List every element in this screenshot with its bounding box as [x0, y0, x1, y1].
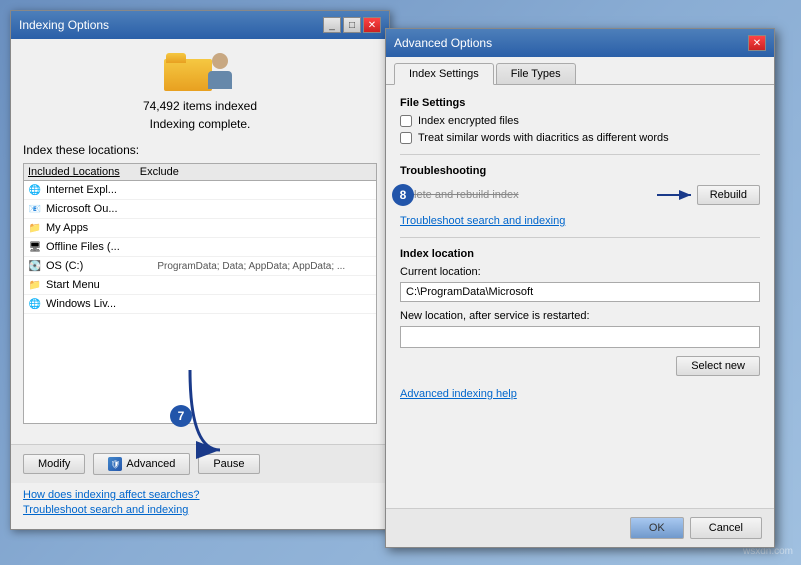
location-name-4: OS (C:) — [46, 260, 153, 272]
list-item: 📁 My Apps — [24, 219, 376, 238]
location-name-5: Start Menu — [46, 279, 372, 291]
minimize-button[interactable]: _ — [323, 17, 341, 33]
locations-box: Included Locations Exclude 🌐 Internet Ex… — [23, 163, 377, 424]
list-item: 📁 Start Menu — [24, 276, 376, 295]
dialog-body: File Settings Index encrypted files Trea… — [386, 85, 774, 508]
troubleshoot-label: Troubleshooting — [400, 165, 760, 177]
location-path-4: ProgramData; Data; AppData; AppData; ... — [157, 261, 372, 272]
divider2 — [400, 237, 760, 238]
current-location-field[interactable] — [400, 282, 760, 302]
location-icon-1: 📧 — [28, 202, 42, 216]
location-name-3: Offline Files (... — [46, 241, 372, 253]
new-loc-label: New location, after service is restarted… — [400, 310, 760, 322]
location-name-1: Microsoft Ou... — [46, 203, 372, 215]
location-icon-0: 🌐 — [28, 183, 42, 197]
location-name-2: My Apps — [46, 222, 372, 234]
titlebar-controls: _ □ ✕ — [323, 17, 381, 33]
close-button[interactable]: ✕ — [363, 17, 381, 33]
troubleshoot-link-bottom[interactable]: Troubleshoot search and indexing — [23, 504, 377, 516]
encrypted-files-row: Index encrypted files — [400, 115, 760, 127]
location-icon-6: 🌐 — [28, 297, 42, 311]
items-count: 74,492 items indexed — [23, 99, 377, 113]
troubleshoot-section: Troubleshooting 8 Delete and rebuild ind… — [400, 165, 760, 227]
rebuild-row: 8 Delete and rebuild index Rebuild — [400, 185, 760, 205]
person-body — [208, 71, 232, 89]
select-new-button[interactable]: Select new — [676, 356, 760, 376]
advanced-label: Advanced — [126, 458, 175, 470]
tab-bar: Index Settings File Types — [386, 57, 774, 85]
dialog-footer: OK Cancel — [386, 508, 774, 547]
indexing-content: 74,492 items indexed Indexing complete. … — [11, 39, 389, 444]
advanced-button[interactable]: 🛡 Advanced — [93, 453, 190, 475]
maximize-button[interactable]: □ — [343, 17, 361, 33]
window-buttons: Modify 🛡 Advanced Pause — [11, 444, 389, 483]
tab-index-settings[interactable]: Index Settings — [394, 63, 494, 85]
diacritics-row: Treat similar words with diacritics as d… — [400, 132, 760, 144]
location-icon-5: 📁 — [28, 278, 42, 292]
window-footer: How does indexing affect searches? Troub… — [11, 483, 389, 529]
step8-circle: 8 — [392, 184, 414, 206]
list-item: 🌐 Windows Liv... — [24, 295, 376, 314]
divider1 — [400, 154, 760, 155]
file-settings-label: File Settings — [400, 97, 760, 109]
step8-arrow — [657, 185, 697, 205]
step7-circle: 7 — [170, 405, 192, 427]
indexing-titlebar: Indexing Options _ □ ✕ — [11, 11, 389, 39]
how-does-link[interactable]: How does indexing affect searches? — [23, 489, 377, 501]
cancel-button[interactable]: Cancel — [690, 517, 762, 539]
current-loc-label: Current location: — [400, 266, 760, 278]
diacritics-label: Treat similar words with diacritics as d… — [418, 132, 669, 144]
index-label: Index these locations: — [23, 143, 377, 157]
dialog-close-button[interactable]: ✕ — [748, 35, 766, 51]
rebuild-label: Delete and rebuild index — [400, 189, 657, 201]
diacritics-checkbox[interactable] — [400, 132, 412, 144]
exclude-tab[interactable]: Exclude — [140, 166, 179, 178]
shield-icon: 🛡 — [108, 457, 122, 471]
ok-button[interactable]: OK — [630, 517, 684, 539]
advanced-titlebar: Advanced Options ✕ — [386, 29, 774, 57]
indexing-options-window: Indexing Options _ □ ✕ 74,492 items inde… — [10, 10, 390, 530]
location-name-6: Windows Liv... — [46, 298, 372, 310]
advanced-indexing-help-link[interactable]: Advanced indexing help — [400, 388, 517, 400]
index-location-label: Index location — [400, 248, 760, 260]
list-item: 🌐 Internet Expl... — [24, 181, 376, 200]
location-icon-3: 🖥 — [28, 240, 42, 254]
troubleshoot-search-link[interactable]: Troubleshoot search and indexing — [400, 215, 760, 227]
tab-file-types[interactable]: File Types — [496, 63, 576, 84]
advanced-title: Advanced Options — [394, 36, 492, 50]
person-icon — [204, 53, 236, 89]
location-icon-4: 💽 — [28, 259, 42, 273]
pause-label: Pause — [213, 458, 244, 470]
list-item: 🖥 Offline Files (... — [24, 238, 376, 257]
advanced-options-dialog: Advanced Options ✕ Index Settings File T… — [385, 28, 775, 548]
location-icon-2: 📁 — [28, 221, 42, 235]
new-location-field[interactable] — [400, 326, 760, 348]
location-name-0: Internet Expl... — [46, 184, 372, 196]
indexing-status: Indexing complete. — [23, 117, 377, 131]
pause-button[interactable]: Pause — [198, 454, 259, 474]
encrypted-files-checkbox[interactable] — [400, 115, 412, 127]
included-locations-tab[interactable]: Included Locations — [28, 166, 120, 178]
person-head — [212, 53, 228, 69]
index-location-section: Index location Current location: New loc… — [400, 248, 760, 376]
list-item: 📧 Microsoft Ou... — [24, 200, 376, 219]
rebuild-button[interactable]: Rebuild — [697, 185, 760, 205]
indexing-title: Indexing Options — [19, 18, 109, 32]
locations-header: Included Locations Exclude — [24, 164, 376, 181]
list-item: 💽 OS (C:) ProgramData; Data; AppData; Ap… — [24, 257, 376, 276]
icon-area — [23, 51, 377, 91]
encrypted-files-label: Index encrypted files — [418, 115, 519, 127]
modify-button[interactable]: Modify — [23, 454, 85, 474]
